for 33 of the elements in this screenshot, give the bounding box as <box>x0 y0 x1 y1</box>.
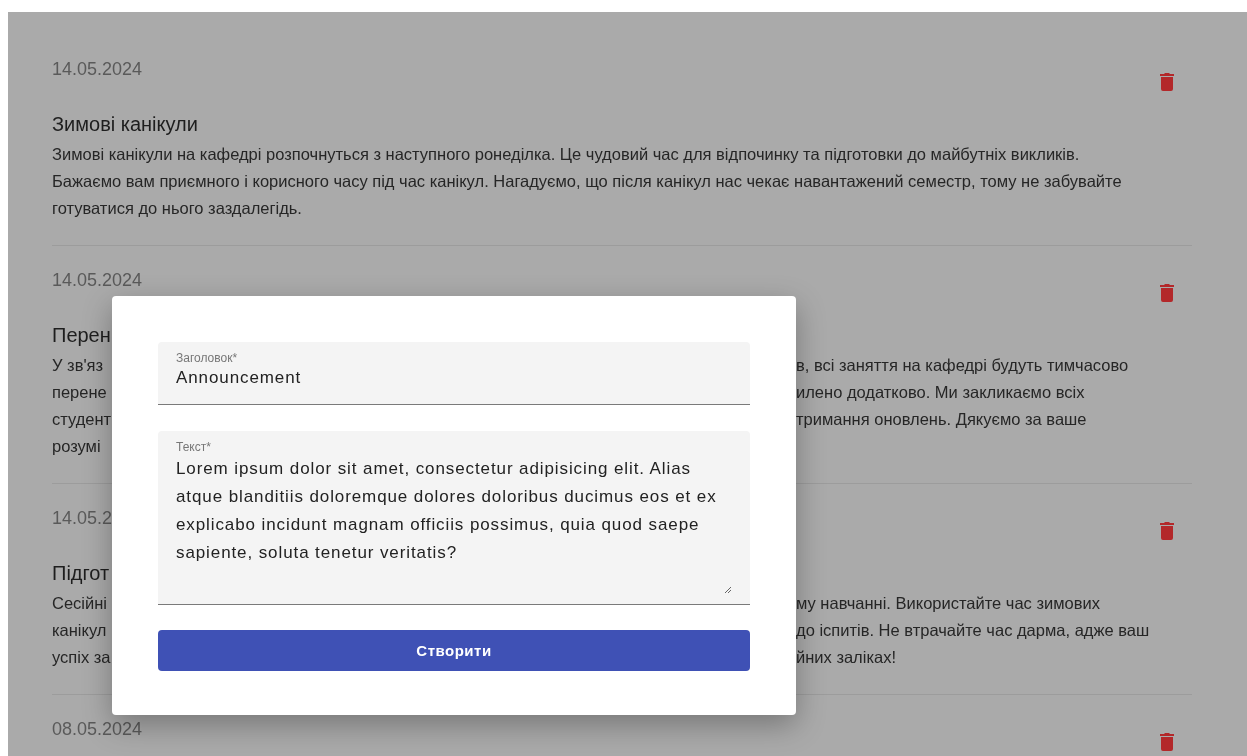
delete-icon[interactable] <box>1160 72 1174 92</box>
post-text: успіх за <box>52 647 111 668</box>
delete-icon[interactable] <box>1160 521 1174 541</box>
create-button[interactable]: Створити <box>158 630 750 671</box>
post-text: У зв'яз <box>52 355 104 376</box>
post-text: канікул <box>52 620 107 641</box>
post-date: 14.05.2 <box>52 507 113 530</box>
post-date: 08.05.2024 <box>52 718 143 741</box>
post-date: 14.05.2024 <box>52 58 143 81</box>
post-title: Зимові канікули <box>52 112 199 137</box>
delete-icon[interactable] <box>1160 732 1174 752</box>
post-text: му навчанні. Використайте час зимових <box>796 593 1100 614</box>
text-field[interactable] <box>158 431 750 605</box>
resize-grip-icon[interactable] <box>724 586 732 594</box>
title-input[interactable]: Announcement <box>176 366 732 390</box>
post-text: илено додатково. Ми закликаємо всіх <box>796 382 1085 403</box>
field-label: Текст* <box>176 440 212 455</box>
post-text: йних заліках! <box>796 647 896 668</box>
post-title: Перен <box>52 323 112 348</box>
post-text: в, всі заняття на кафедрі будуть тимчасово <box>796 355 1129 376</box>
text-input[interactable]: Lorem ipsum dolor sit amet, consectetur adipisicing elit. Alias atque blanditiis doloremque dolores doloribus ducimus eos et ex explicabo incidunt magnam officiis possimus, quia quod saepe sapiente, soluta tenetur veritatis? <box>176 455 732 594</box>
title-field[interactable]: Заголовок* Announcement <box>158 342 750 405</box>
post-text: перене <box>52 382 107 403</box>
post-text: Сесійні <box>52 593 107 614</box>
post-text: тримання оновлень. Дякуємо за ваше <box>796 409 1087 430</box>
post-text: студент <box>52 409 112 430</box>
post-text: Зимові канікули на кафедрі розпочнуться з наступного ронеділка. Це чудовий час для відпочинку та підготовки до майбутніх викликів. Бажаємо вам приємного і корисного часу під час канікул. Нагадуємо, що після канікул нас чекає навантажений семестр, тому не забувайте готуватися до нього заздалегідь. <box>52 144 1123 219</box>
post-date: 14.05.2024 <box>52 269 143 292</box>
field-label: Заголовок* <box>176 351 239 366</box>
post-text: до іспитів. Не втрачайте час дарма, адже ваш <box>796 620 1150 641</box>
post-title: Підгот <box>52 561 111 586</box>
post-text: розумі <box>52 436 101 457</box>
delete-icon[interactable] <box>1160 283 1174 303</box>
